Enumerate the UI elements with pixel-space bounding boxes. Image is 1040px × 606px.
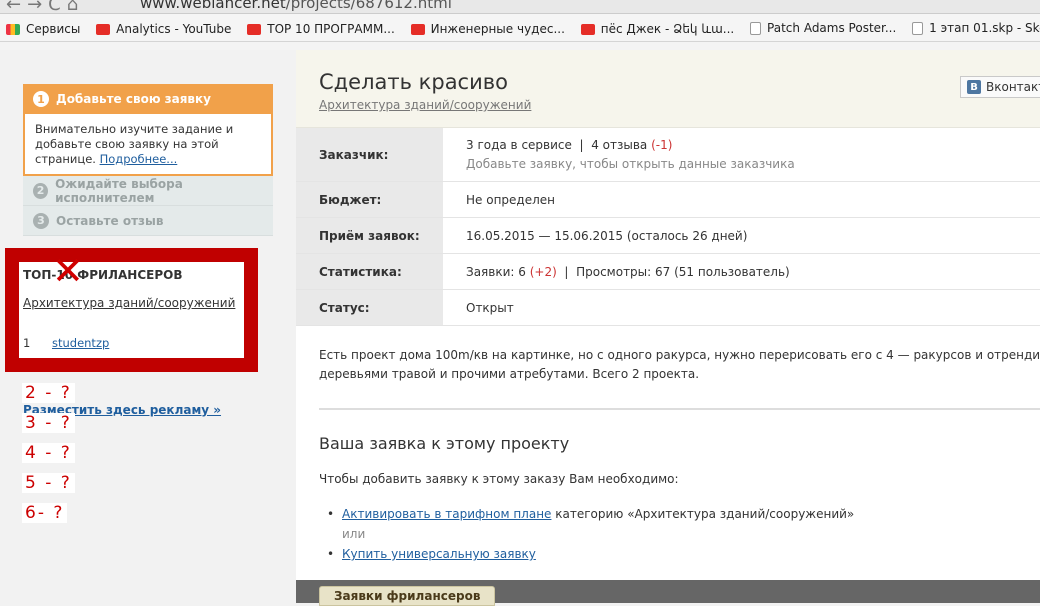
annotation-2: 2 - ? <box>22 383 75 403</box>
customer-service: 3 года в сервисе <box>466 138 572 152</box>
bid-option-buy: Купить универсальную заявку <box>327 544 854 564</box>
stats-value: Заявки: 6 (+2) | Просмотры: 67 (51 польз… <box>466 264 790 279</box>
bid-option-activate: Активировать в тарифном плане категорию … <box>327 504 854 524</box>
top-freelancers-box: ТОП-10 ФРИЛАНСЕРОВ Архитектура зданий/со… <box>5 248 258 372</box>
customer-value: 3 года в сервисе | 4 отзыва (-1) Добавьт… <box>443 128 1040 181</box>
step-number: 1 <box>33 91 49 107</box>
url-host: www.weblancer.net <box>140 0 286 12</box>
tab-freelancer-bids[interactable]: Заявки фрилансеров <box>319 586 496 606</box>
document-icon <box>912 21 924 35</box>
step-review: 3 Оставьте отзыв <box>23 206 273 236</box>
bookmark-sketchup[interactable]: 1 этап 01.skp - Sket... <box>906 14 1040 41</box>
top-rank: 1 <box>23 336 31 350</box>
activate-plan-link[interactable]: Активировать в тарифном плане <box>342 507 551 521</box>
step-number: 3 <box>33 212 49 229</box>
stats-bids: Заявки: 6 <box>466 264 526 279</box>
vk-icon: B <box>967 80 981 94</box>
row-customer: Заказчик: 3 года в сервисе | 4 отзыва (-… <box>296 128 1040 182</box>
bid-requirement-text: Чтобы добавить заявку к этому заказу Вам… <box>319 472 679 486</box>
youtube-icon <box>247 23 262 35</box>
cross-out-mark: ✕ <box>52 249 84 293</box>
status-label: Статус: <box>296 290 443 325</box>
stats-views: Просмотры: 67 (51 пользователь) <box>576 264 790 279</box>
customer-label: Заказчик: <box>296 128 443 181</box>
bookmark-analytics-youtube[interactable]: Analytics - YouTube <box>90 15 237 41</box>
share-label: Вконтакте <box>986 80 1040 94</box>
youtube-icon <box>410 23 425 35</box>
step-title: Оставьте отзыв <box>56 213 164 228</box>
youtube-icon <box>96 23 111 35</box>
more-link[interactable]: Подробнее... <box>100 152 178 166</box>
project-info-table: Заказчик: 3 года в сервисе | 4 отзыва (-… <box>296 128 1040 326</box>
stats-label: Статистика: <box>296 254 443 289</box>
bid-period-value: 16.05.2015 — 15.06.2015 (осталось 26 дне… <box>466 228 748 243</box>
bookmark-patch-adams[interactable]: Patch Adams Poster... <box>744 14 902 41</box>
customer-negative: (-1) <box>651 138 673 152</box>
bookmarks-bar: Сервисы Analytics - YouTube TOP 10 ПРОГР… <box>0 14 1040 42</box>
stats-new-bids: (+2) <box>529 264 557 279</box>
top-row: 1 studentzp <box>23 336 240 350</box>
customer-reviews: 4 отзыва <box>591 138 648 152</box>
project-title: Сделать красиво <box>319 70 508 94</box>
annotation-4: 4 - ? <box>22 443 75 463</box>
browser-toolbar: ←→C⌂ www.weblancer.net/projects/687612.h… <box>0 0 1040 14</box>
bid-options-list: Активировать в тарифном плане категорию … <box>327 504 854 564</box>
budget-value: Не определен <box>466 192 555 207</box>
description-line-2: деревьями травой и прочими атребутами. В… <box>319 367 700 381</box>
document-icon <box>750 21 762 35</box>
row-stats: Статистика: Заявки: 6 (+2) | Просмотры: … <box>296 254 1040 290</box>
apps-icon <box>6 23 20 35</box>
bookmark-services[interactable]: Сервисы <box>0 15 86 41</box>
buy-universal-bid-link[interactable]: Купить универсальную заявку <box>342 547 536 561</box>
row-status: Статус: Открыт <box>296 290 1040 326</box>
step-wait: 2 Ожидайте выбора исполнителем <box>23 176 273 206</box>
step-title: Ожидайте выбора исполнителем <box>55 176 183 205</box>
top-category-link[interactable]: Архитектура зданий/сооружений <box>23 296 235 310</box>
back-forward-reload-icons[interactable]: ←→C⌂ <box>6 0 84 13</box>
annotation-6: 6- ? <box>22 503 68 523</box>
divider <box>319 408 1040 410</box>
status-value: Открыт <box>466 300 514 315</box>
step-title: Добавьте свою заявку <box>56 92 211 106</box>
row-bid-period: Приём заявок: 16.05.2015 — 15.06.2015 (о… <box>296 218 1040 254</box>
project-category-link[interactable]: Архитектура зданий/сооружений <box>319 98 531 112</box>
bookmark-dog-jack[interactable]: пёс Джек - Ձեկ ևա... <box>575 15 741 41</box>
budget-label: Бюджет: <box>296 182 443 217</box>
bid-section-title: Ваша заявка к этому проекту <box>319 434 570 453</box>
project-header: Сделать красиво Архитектура зданий/соору… <box>296 50 1040 128</box>
step-number: 2 <box>33 182 49 199</box>
top-category: Архитектура зданий/сооружений <box>23 296 240 310</box>
description-line-1: Есть проект дома 100m/кв на картинке, но… <box>319 348 1040 362</box>
bid-period-label: Приём заявок: <box>296 218 443 253</box>
site-nav-cutoff <box>0 42 1040 50</box>
project-main: Сделать красиво Архитектура зданий/соору… <box>296 50 1040 603</box>
step-add-bid: 1 Добавьте свою заявку <box>23 84 273 114</box>
project-description: Есть проект дома 100m/кв на картинке, но… <box>319 346 1040 384</box>
step-add-bid-body: Внимательно изучите задание и добавьте с… <box>23 114 273 176</box>
top-user-link[interactable]: studentzp <box>52 336 109 350</box>
bookmark-engineering[interactable]: Инженерные чудес... <box>405 15 571 41</box>
row-budget: Бюджет: Не определен <box>296 182 1040 218</box>
annotation-3: 3 - ? <box>22 413 75 433</box>
customer-hint: Добавьте заявку, чтобы открыть данные за… <box>466 157 795 171</box>
bookmark-top10[interactable]: TOP 10 ПРОГРАММ... <box>241 15 401 41</box>
address-bar[interactable]: www.weblancer.net/projects/687612.html <box>140 0 452 12</box>
bid-or-text: или <box>342 527 366 541</box>
share-vk-button[interactable]: B Вконтакте <box>960 76 1040 98</box>
sidebar: 1 Добавьте свою заявку Внимательно изучи… <box>0 50 296 603</box>
activate-plan-text: категорию «Архитектура зданий/сооружений… <box>551 507 855 521</box>
youtube-icon <box>580 23 595 35</box>
url-path: /projects/687612.html <box>285 0 452 12</box>
annotation-5: 5 - ? <box>22 473 75 493</box>
